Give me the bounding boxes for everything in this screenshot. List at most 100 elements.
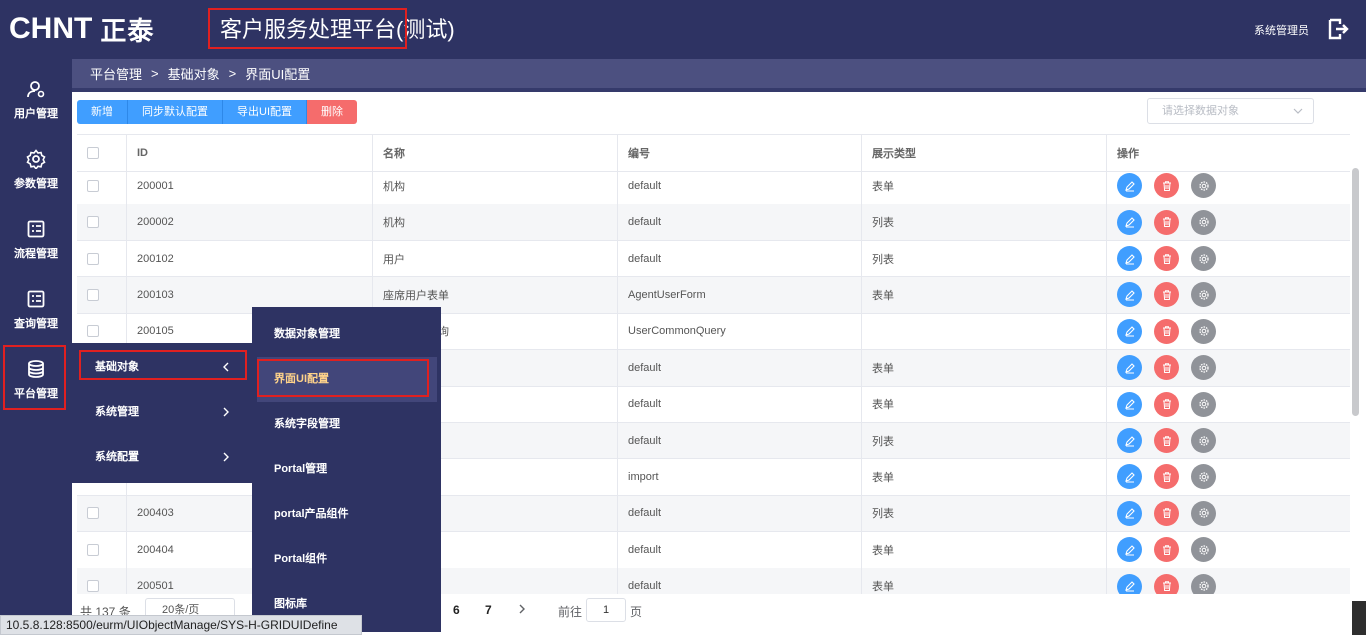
edit-button[interactable] [1117, 282, 1142, 308]
sidebar-item-label: 参数管理 [14, 178, 58, 190]
row-checkbox[interactable] [87, 216, 99, 229]
settings-button[interactable] [1191, 573, 1216, 594]
submenu-item-portal-component[interactable]: Portal组件 [252, 537, 441, 582]
sidebar-item-params[interactable]: 参数管理 [0, 137, 72, 203]
select-all-checkbox[interactable] [87, 146, 99, 159]
delete-row-button[interactable] [1154, 246, 1179, 272]
goto-label: 前往 [558, 605, 583, 619]
delete-row-button[interactable] [1154, 209, 1179, 235]
row-select-cell [77, 532, 126, 568]
trash-icon [1162, 581, 1171, 592]
breadcrumb-item[interactable]: 平台管理 [90, 64, 142, 83]
column-header: 编号 [617, 135, 861, 171]
delete-row-button[interactable] [1154, 537, 1179, 563]
sidebar-item-label: 用户管理 [14, 108, 58, 120]
row-checkbox[interactable] [87, 507, 99, 520]
edit-button[interactable] [1117, 318, 1142, 344]
edit-button[interactable] [1117, 464, 1142, 490]
delete-row-button[interactable] [1154, 428, 1179, 454]
sidebar-item-user[interactable]: 用户管理 [0, 67, 72, 133]
row-select-cell [77, 168, 126, 204]
edit-button[interactable] [1117, 246, 1142, 272]
sync-default-config-button[interactable]: 同步默认配置 [128, 100, 223, 124]
delete-button[interactable]: 删除 [307, 100, 357, 124]
edit-button[interactable] [1117, 355, 1142, 381]
settings-button[interactable] [1191, 500, 1216, 526]
logout-icon[interactable] [1326, 17, 1350, 41]
delete-row-button[interactable] [1154, 464, 1179, 490]
settings-button[interactable] [1191, 318, 1216, 344]
row-checkbox[interactable] [87, 252, 99, 265]
submenu-item-ui-config[interactable]: 界面UI配置 [257, 357, 437, 402]
cell-code: AgentUserForm [617, 277, 861, 313]
breadcrumb: 平台管理 > 基础对象 > 界面UI配置 [72, 59, 1366, 88]
trash-icon [1162, 253, 1171, 264]
current-user[interactable]: 系统管理员 [1254, 22, 1309, 38]
chnt-logo: CHNT 正泰 [9, 12, 154, 46]
settings-button[interactable] [1191, 209, 1216, 235]
edit-button[interactable] [1117, 537, 1142, 563]
table-scrollbar[interactable] [1352, 168, 1359, 416]
edit-button[interactable] [1117, 573, 1142, 594]
settings-button[interactable] [1191, 391, 1216, 417]
settings-button[interactable] [1191, 428, 1216, 454]
settings-button[interactable] [1191, 355, 1216, 381]
page-number[interactable]: 7 [485, 603, 492, 617]
row-checkbox[interactable] [87, 288, 99, 301]
add-button[interactable]: 新增 [77, 100, 128, 124]
sidebar: 用户管理 参数管理 流程管理 查询管理 平台管理 [0, 59, 72, 635]
submenu-item-portal-product-component[interactable]: portal产品组件 [252, 492, 441, 537]
row-checkbox[interactable] [87, 325, 99, 338]
row-checkbox[interactable] [87, 543, 99, 556]
delete-row-button[interactable] [1154, 573, 1179, 594]
sidebar-item-label: 平台管理 [14, 388, 58, 400]
edit-button[interactable] [1117, 500, 1142, 526]
delete-row-button[interactable] [1154, 355, 1179, 381]
cell-code: default [617, 386, 861, 422]
gear-icon [1198, 290, 1209, 300]
settings-button[interactable] [1191, 282, 1216, 308]
submenu-item-system-management[interactable]: 系统管理 [72, 390, 252, 435]
cell-type [861, 313, 1106, 350]
cell-code: UserCommonQuery [617, 313, 861, 350]
row-checkbox[interactable] [87, 179, 99, 192]
delete-row-button[interactable] [1154, 318, 1179, 344]
sidebar-item-platform[interactable]: 平台管理 [0, 347, 72, 413]
settings-button[interactable] [1191, 537, 1216, 563]
data-object-select[interactable]: 请选择数据对象 [1147, 98, 1314, 124]
submenu-item-system-field-management[interactable]: 系统字段管理 [252, 402, 441, 447]
cell-type: 表单 [861, 568, 1106, 594]
cell-actions [1106, 459, 1350, 495]
export-ui-config-button[interactable]: 导出UI配置 [223, 100, 307, 124]
table-row[interactable]: 200002 机构 default 列表 [77, 204, 1350, 241]
gear-icon [1198, 545, 1209, 555]
edit-icon [1124, 326, 1135, 337]
edit-button[interactable] [1117, 173, 1142, 199]
edit-button[interactable] [1117, 428, 1142, 454]
table-row[interactable]: 200001 机构 default 表单 [77, 168, 1350, 205]
edit-button[interactable] [1117, 391, 1142, 417]
breadcrumb-item[interactable]: 基础对象 [168, 64, 220, 83]
settings-button[interactable] [1191, 464, 1216, 490]
page-number[interactable]: 6 [453, 603, 460, 617]
delete-row-button[interactable] [1154, 391, 1179, 417]
table-row[interactable]: 200102 用户 default 列表 [77, 240, 1350, 278]
next-page-icon[interactable] [517, 603, 527, 615]
gear-icon [1198, 217, 1209, 227]
sidebar-item-process[interactable]: 流程管理 [0, 207, 72, 273]
delete-row-button[interactable] [1154, 173, 1179, 199]
delete-row-button[interactable] [1154, 282, 1179, 308]
settings-button[interactable] [1191, 173, 1216, 199]
settings-button[interactable] [1191, 246, 1216, 272]
row-checkbox[interactable] [87, 580, 99, 593]
submenu-item-basic-objects[interactable]: 基础对象 [72, 345, 252, 390]
submenu-item-system-config[interactable]: 系统配置 [72, 435, 252, 480]
submenu-item-data-object-management[interactable]: 数据对象管理 [252, 312, 441, 357]
sidebar-item-query[interactable]: 查询管理 [0, 277, 72, 343]
row-select-cell [77, 496, 126, 532]
submenu-item-label: 系统配置 [95, 451, 139, 463]
edit-button[interactable] [1117, 209, 1142, 235]
goto-page-input[interactable]: 1 [586, 598, 626, 622]
delete-row-button[interactable] [1154, 500, 1179, 526]
submenu-item-portal-management[interactable]: Portal管理 [252, 447, 441, 492]
